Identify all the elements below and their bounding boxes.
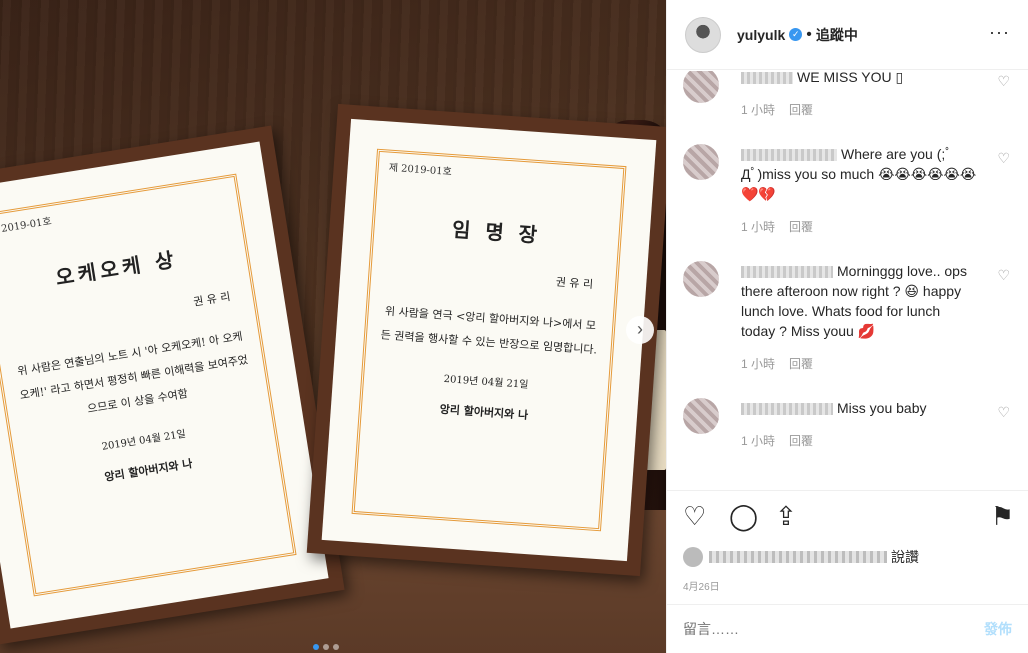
- certificate-paper: 제 2019-01호 오케오케 상 권 유 리 위 사람은 연출님의 노트 시 …: [0, 141, 329, 629]
- commenter-username[interactable]: [741, 72, 793, 85]
- post-header: yulyulk ✓ • 追蹤中 ···: [667, 0, 1028, 70]
- commenter-avatar[interactable]: [683, 398, 719, 434]
- comment-body: WE MISS YOU ▯: [797, 71, 904, 85]
- comment-meta: 1 小時 回覆: [741, 218, 978, 235]
- certificate-date: 2019년 04월 21일: [443, 373, 529, 391]
- certificate-body: 위 사람은 연출님의 노트 시 '아 오케오케! 아 오케오케!' 라고 하면서…: [16, 329, 249, 416]
- comment-text: Where are you (;ﾟДﾟ)miss you so much 😭😭😭…: [741, 144, 978, 204]
- comment-like-icon[interactable]: ♡: [997, 150, 1010, 167]
- commenter-avatar[interactable]: [683, 71, 719, 103]
- add-comment-bar: 發佈: [667, 604, 1028, 653]
- certificate-number: 제 2019-01호: [388, 162, 453, 178]
- certificate-title: 임 명 장: [451, 217, 542, 248]
- certificate-paper: 제 2019-01호 임 명 장 권 유 리 위 사람을 연극 <앙리 할아버지…: [321, 118, 657, 562]
- carousel-next-button[interactable]: ›: [626, 316, 654, 344]
- commenter-avatar[interactable]: [683, 144, 719, 180]
- comment-item: WE MISS YOU ▯ ♡ 1 小時 回覆: [667, 71, 1028, 118]
- likes-summary[interactable]: 說讚: [683, 547, 1012, 567]
- comment-icon[interactable]: ◯: [729, 501, 758, 532]
- carousel-dot-active: [313, 644, 319, 650]
- comment-like-icon[interactable]: ♡: [997, 267, 1010, 284]
- following-button[interactable]: 追蹤中: [816, 25, 858, 45]
- comment-reply-button[interactable]: 回覆: [789, 357, 813, 371]
- comment-text: Morninggg love.. ops there afteroon now …: [741, 261, 978, 341]
- commenter-username[interactable]: [741, 149, 837, 162]
- commenter-username[interactable]: [741, 403, 833, 416]
- post-comment-button[interactable]: 發佈: [984, 619, 1012, 639]
- certificate-recipient: 권 유 리: [555, 275, 594, 292]
- more-options-icon[interactable]: ···: [989, 22, 1010, 43]
- certificate-title: 오케오케 상: [53, 246, 180, 290]
- liker-avatar: [683, 547, 703, 567]
- comment-like-icon[interactable]: ♡: [997, 404, 1010, 421]
- share-icon[interactable]: ⇪: [775, 501, 797, 532]
- comment-reply-button[interactable]: 回覆: [789, 220, 813, 234]
- post-actions: ♡ ◯ ⇪ ⚑: [667, 490, 1028, 550]
- post-side-panel: yulyulk ✓ • 追蹤中 ··· WE MISS YOU ▯ ♡ 1 小時…: [666, 0, 1028, 653]
- certificate-frame-right: 제 2019-01호 임 명 장 권 유 리 위 사람을 연극 <앙리 할아버지…: [306, 103, 666, 577]
- comment-text: WE MISS YOU ▯: [741, 71, 978, 87]
- certificate-signature: 앙리 할아버지와 나: [439, 402, 529, 422]
- comment-time: 1 小時: [741, 103, 776, 117]
- certificate-body: 위 사람을 연극 <앙리 할아버지와 나>에서 모든 권력을 행사할 수 있는 …: [380, 304, 598, 357]
- comment-item: Where are you (;ﾟДﾟ)miss you so much 😭😭😭…: [667, 144, 1028, 235]
- likers-names-blurred: [709, 551, 887, 563]
- comment-meta: 1 小時 回覆: [741, 355, 978, 372]
- certificate-border: 제 2019-01호 임 명 장 권 유 리 위 사람을 연극 <앙리 할아버지…: [351, 148, 627, 532]
- certificate-number: 제 2019-01호: [0, 216, 53, 237]
- comment-item: Miss you baby ♡ 1 小時 回覆: [667, 398, 1028, 449]
- comment-time: 1 小時: [741, 220, 776, 234]
- comment-meta: 1 小時 回覆: [741, 432, 978, 449]
- header-separator: •: [806, 25, 812, 43]
- carousel-dot: [333, 644, 339, 650]
- save-bookmark-icon[interactable]: ⚑: [991, 501, 1014, 532]
- post-photo[interactable]: 제 2019-01호 오케오케 상 권 유 리 위 사람은 연출님의 노트 시 …: [0, 0, 666, 653]
- likes-suffix: 說讚: [891, 549, 919, 565]
- post-date[interactable]: 4月26日: [683, 578, 720, 593]
- author-username[interactable]: yulyulk: [737, 27, 785, 43]
- commenter-avatar[interactable]: [683, 261, 719, 297]
- comment-item: Morninggg love.. ops there afteroon now …: [667, 261, 1028, 372]
- comment-body: Miss you baby: [837, 400, 927, 416]
- comment-like-icon[interactable]: ♡: [997, 73, 1010, 90]
- verified-badge-icon: ✓: [789, 28, 803, 41]
- certificate-border: 제 2019-01호 오케오케 상 권 유 리 위 사람은 연출님의 노트 시 …: [0, 173, 297, 597]
- author-avatar[interactable]: [685, 16, 721, 53]
- comments-list[interactable]: WE MISS YOU ▯ ♡ 1 小時 回覆 Where are you (;ﾟ…: [667, 71, 1028, 489]
- comment-time: 1 小時: [741, 434, 776, 448]
- comment-reply-button[interactable]: 回覆: [789, 103, 813, 117]
- carousel-dot: [323, 644, 329, 650]
- comment-meta: 1 小時 回覆: [741, 101, 978, 118]
- comment-reply-button[interactable]: 回覆: [789, 434, 813, 448]
- comment-text: Miss you baby: [741, 398, 978, 418]
- commenter-username[interactable]: [741, 266, 833, 279]
- like-icon[interactable]: ♡: [683, 501, 706, 532]
- comment-input[interactable]: [683, 621, 984, 637]
- carousel-indicator: [313, 644, 339, 650]
- comment-time: 1 小時: [741, 357, 776, 371]
